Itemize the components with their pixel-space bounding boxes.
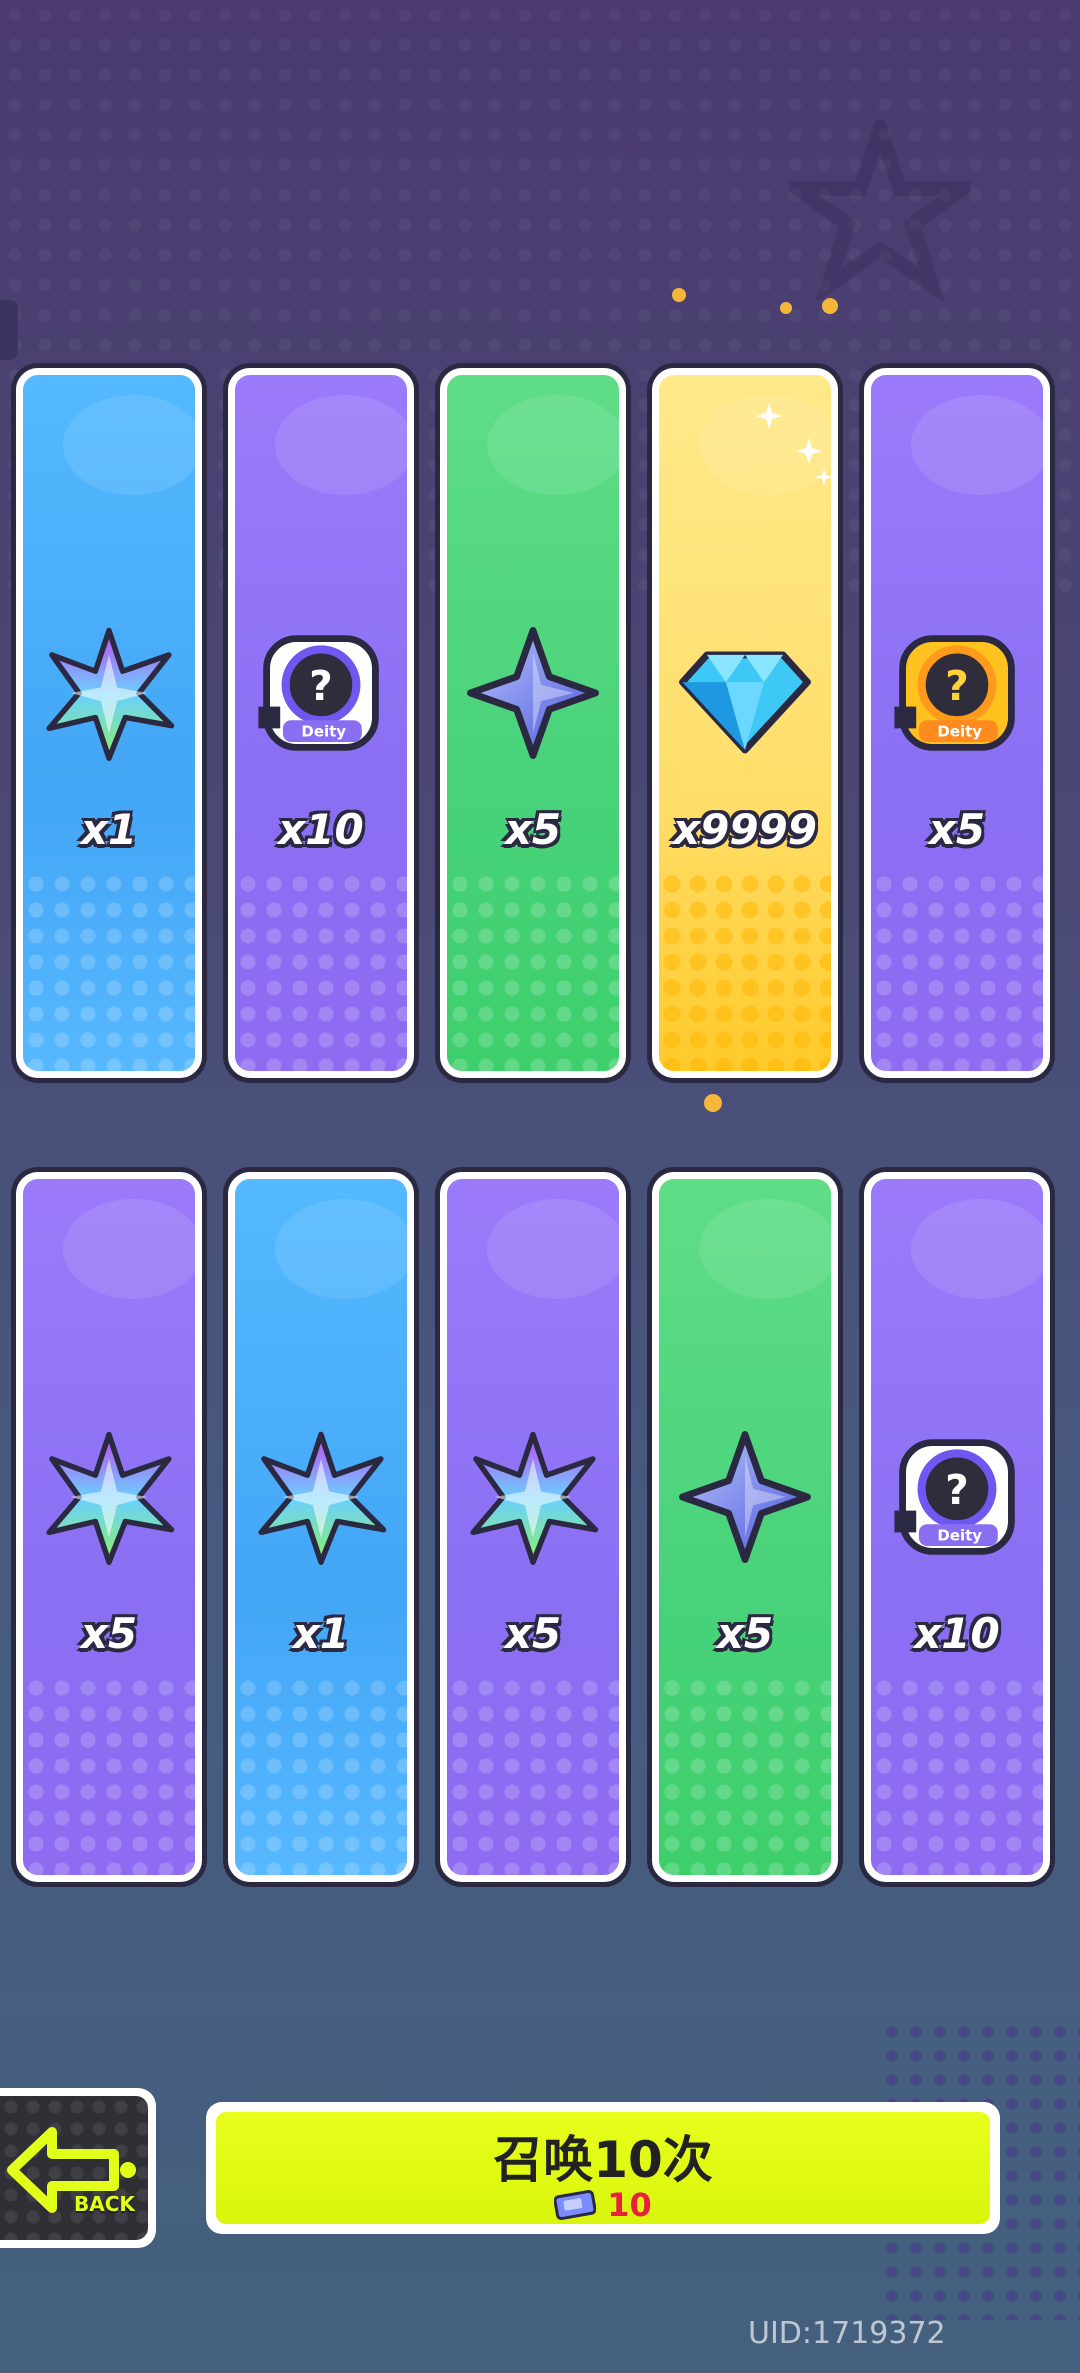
sparkle-icon — [756, 403, 831, 486]
rainbow-crystal-icon — [46, 1431, 175, 1565]
back-button-face: BACK — [0, 2096, 148, 2240]
card-splash — [487, 395, 619, 495]
card-splash — [699, 1199, 831, 1299]
golden-deity-mystery-badge-icon: ? Deity — [894, 635, 1015, 751]
card-splash — [275, 395, 407, 495]
sparkle-particle — [704, 1094, 722, 1112]
reward-card-4[interactable]: x9999 — [652, 368, 838, 1078]
reward-card-10[interactable]: ? Deity x10 — [864, 1172, 1050, 1882]
reward-card-2[interactable]: ? Deity x10 — [228, 368, 414, 1078]
card-halftone — [659, 871, 831, 1071]
svg-text:?: ? — [945, 662, 969, 710]
svg-text:?: ? — [945, 1466, 969, 1514]
diamond-icon — [679, 651, 811, 754]
blue-star-shard-icon — [679, 1431, 811, 1563]
deity-mystery-badge-icon: ? Deity — [894, 1439, 1015, 1555]
reward-quantity: x5 — [928, 805, 986, 854]
reward-quantity: x5 — [716, 1609, 774, 1658]
card-halftone — [235, 871, 407, 1071]
deity-mystery-badge-icon: ? Deity — [258, 635, 379, 751]
reward-quantity: x10 — [914, 1609, 1000, 1658]
card-halftone — [23, 871, 195, 1071]
reward-quantity: x1 — [80, 805, 138, 854]
reward-card-6[interactable]: x5 — [16, 1172, 202, 1882]
reward-quantity: x5 — [504, 1609, 562, 1658]
rainbow-crystal-icon — [46, 627, 175, 761]
card-splash — [911, 1199, 1043, 1299]
badge-label: Deity — [937, 723, 982, 741]
back-label: BACK — [74, 2192, 135, 2216]
summon-ticket-icon — [554, 2190, 597, 2220]
blue-star-shard-icon — [467, 627, 599, 759]
reward-card-5[interactable]: ? Deity x5 — [864, 368, 1050, 1078]
sparkle-particle — [822, 298, 838, 314]
card-halftone — [23, 1675, 195, 1875]
sparkle-particle — [672, 288, 686, 302]
reward-card-7[interactable]: x1 — [228, 1172, 414, 1882]
reward-quantity: x10 — [278, 805, 364, 854]
user-id: UID:1719372 — [748, 2316, 946, 2351]
back-button[interactable]: BACK — [0, 2088, 156, 2248]
summon-button-face: 召唤10次 10 — [216, 2112, 990, 2224]
card-halftone — [447, 1675, 619, 1875]
reward-quantity: x5 — [504, 805, 562, 854]
card-splash — [487, 1199, 619, 1299]
star-decoration-icon — [790, 120, 970, 300]
reward-card-9[interactable]: x5 — [652, 1172, 838, 1882]
rainbow-crystal-icon — [258, 1431, 387, 1565]
card-halftone — [235, 1675, 407, 1875]
summon-10-button[interactable]: 召唤10次 10 — [206, 2102, 1000, 2234]
side-tab — [0, 300, 18, 360]
card-halftone — [871, 1675, 1043, 1875]
card-splash — [63, 395, 195, 495]
badge-label: Deity — [937, 1527, 982, 1545]
reward-card-3[interactable]: x5 — [440, 368, 626, 1078]
badge-label: Deity — [301, 723, 346, 741]
summon-button-label: 召唤10次 — [493, 2131, 713, 2189]
card-halftone — [659, 1675, 831, 1875]
rainbow-crystal-icon — [470, 1431, 599, 1565]
reward-quantity: x1 — [292, 1609, 350, 1658]
card-halftone — [871, 871, 1043, 1071]
card-halftone — [447, 871, 619, 1071]
reward-quantity: x5 — [80, 1609, 138, 1658]
card-splash — [63, 1199, 195, 1299]
card-splash — [275, 1199, 407, 1299]
reward-quantity: x9999 — [673, 805, 817, 854]
sparkle-particle — [780, 302, 792, 314]
summon-cost-value: 10 — [607, 2186, 652, 2224]
card-splash — [911, 395, 1043, 495]
summon-cost: 10 — [216, 2186, 990, 2224]
reward-card-8[interactable]: x5 — [440, 1172, 626, 1882]
reward-card-1[interactable]: x1 — [16, 368, 202, 1078]
svg-text:?: ? — [309, 662, 333, 710]
